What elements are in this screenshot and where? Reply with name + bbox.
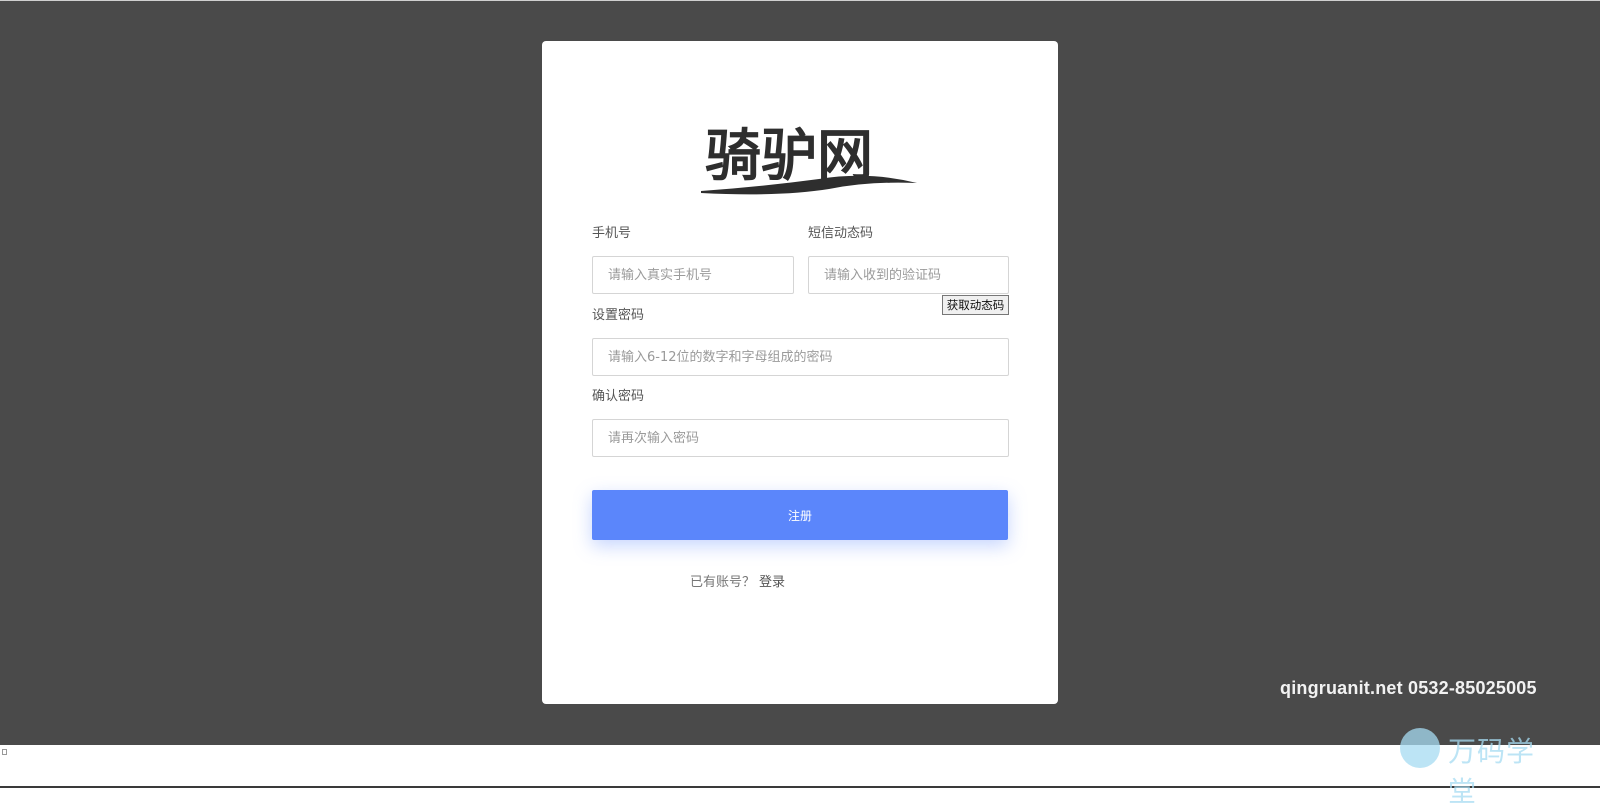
password-label: 设置密码 [592,308,645,323]
brand-watermark: 万码学堂 [1400,726,1560,808]
brand-logo-icon [1400,728,1440,768]
phone-label: 手机号 [592,226,632,241]
sms-code-input[interactable] [808,256,1009,294]
register-card: 骑驴网 手机号 短信动态码 获取动态码 设置密码 确认密码 注册 已有账号？登录 [542,41,1058,704]
get-code-button[interactable]: 获取动态码 [942,295,1009,315]
sms-code-label: 短信动态码 [808,226,874,241]
have-account-text: 已有账号？ [690,575,756,590]
password-input[interactable] [592,338,1009,376]
confirm-password-label: 确认密码 [592,389,645,404]
site-logo: 骑驴网 [701,124,917,195]
login-link[interactable]: 登录 [759,575,785,590]
confirm-password-input[interactable] [592,419,1009,457]
watermark-contact: qingruanit.net 0532-85025005 [1280,678,1537,698]
register-button[interactable]: 注册 [592,490,1008,540]
login-prompt: 已有账号？ 登录 [690,571,785,590]
brand-name: 万码学堂 [1448,735,1536,808]
phone-input[interactable] [592,256,794,294]
corner-glyph [2,749,7,755]
